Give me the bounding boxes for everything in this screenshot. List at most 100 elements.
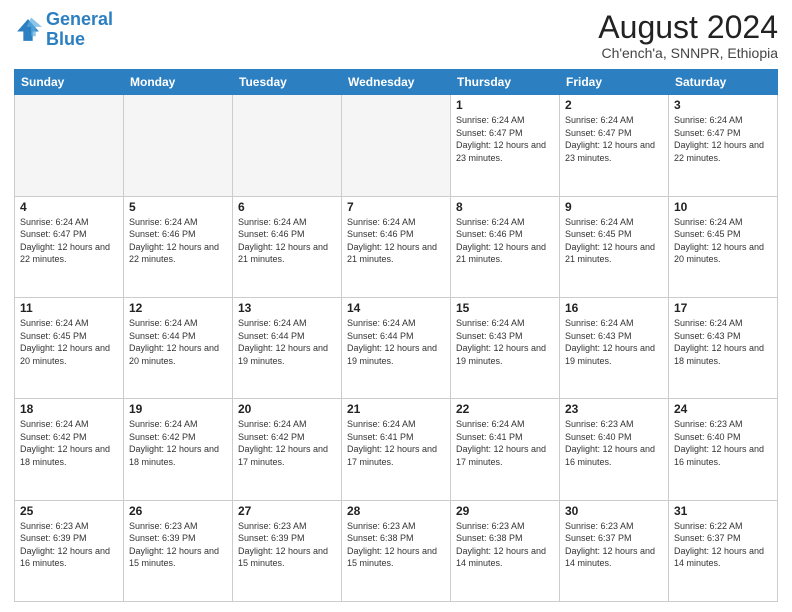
day-number: 6 — [238, 200, 336, 214]
day-info: Sunrise: 6:24 AM Sunset: 6:42 PM Dayligh… — [129, 418, 227, 468]
day-info: Sunrise: 6:23 AM Sunset: 6:40 PM Dayligh… — [674, 418, 772, 468]
calendar-day-header: Thursday — [451, 70, 560, 95]
day-info: Sunrise: 6:23 AM Sunset: 6:40 PM Dayligh… — [565, 418, 663, 468]
day-info: Sunrise: 6:24 AM Sunset: 6:47 PM Dayligh… — [565, 114, 663, 164]
day-number: 15 — [456, 301, 554, 315]
day-info: Sunrise: 6:23 AM Sunset: 6:39 PM Dayligh… — [129, 520, 227, 570]
calendar-day-cell — [124, 95, 233, 196]
calendar-day-cell — [342, 95, 451, 196]
calendar-day-header: Sunday — [15, 70, 124, 95]
day-info: Sunrise: 6:24 AM Sunset: 6:47 PM Dayligh… — [20, 216, 118, 266]
day-info: Sunrise: 6:24 AM Sunset: 6:45 PM Dayligh… — [20, 317, 118, 367]
calendar-day-header: Monday — [124, 70, 233, 95]
calendar-day-cell: 3 Sunrise: 6:24 AM Sunset: 6:47 PM Daylig… — [669, 95, 778, 196]
day-number: 11 — [20, 301, 118, 315]
calendar-day-cell: 22 Sunrise: 6:24 AM Sunset: 6:41 PM Dayli… — [451, 399, 560, 500]
calendar-day-cell: 29 Sunrise: 6:23 AM Sunset: 6:38 PM Dayli… — [451, 500, 560, 601]
day-info: Sunrise: 6:24 AM Sunset: 6:45 PM Dayligh… — [565, 216, 663, 266]
day-info: Sunrise: 6:24 AM Sunset: 6:44 PM Dayligh… — [238, 317, 336, 367]
calendar-day-cell: 12 Sunrise: 6:24 AM Sunset: 6:44 PM Dayli… — [124, 297, 233, 398]
calendar-day-cell: 17Sunrise: 6:24 AM Sunset: 6:43 PM Dayli… — [669, 297, 778, 398]
day-info: Sunrise: 6:22 AM Sunset: 6:37 PM Dayligh… — [674, 520, 772, 570]
page: General Blue August 2024 Ch'ench'a, SNNP… — [0, 0, 792, 612]
day-number: 31 — [674, 504, 772, 518]
day-number: 23 — [565, 402, 663, 416]
calendar-day-cell: 7Sunrise: 6:24 AM Sunset: 6:46 PM Daylig… — [342, 196, 451, 297]
day-info: Sunrise: 6:23 AM Sunset: 6:39 PM Dayligh… — [238, 520, 336, 570]
header: General Blue August 2024 Ch'ench'a, SNNP… — [14, 10, 778, 61]
calendar-day-cell: 8 Sunrise: 6:24 AM Sunset: 6:46 PM Daylig… — [451, 196, 560, 297]
day-info: Sunrise: 6:24 AM Sunset: 6:47 PM Dayligh… — [674, 114, 772, 164]
day-number: 20 — [238, 402, 336, 416]
day-number: 10 — [674, 200, 772, 214]
day-number: 27 — [238, 504, 336, 518]
day-number: 8 — [456, 200, 554, 214]
day-info: Sunrise: 6:24 AM Sunset: 6:46 PM Dayligh… — [347, 216, 445, 266]
day-info: Sunrise: 6:23 AM Sunset: 6:39 PM Dayligh… — [20, 520, 118, 570]
main-title: August 2024 — [598, 10, 778, 45]
calendar-day-cell: 25 Sunrise: 6:23 AM Sunset: 6:39 PM Dayli… — [15, 500, 124, 601]
day-info: Sunrise: 6:24 AM Sunset: 6:42 PM Dayligh… — [20, 418, 118, 468]
calendar-day-cell: 1 Sunrise: 6:24 AM Sunset: 6:47 PM Daylig… — [451, 95, 560, 196]
day-number: 22 — [456, 402, 554, 416]
calendar-header-row: SundayMondayTuesdayWednesdayThursdayFrid… — [15, 70, 778, 95]
calendar-day-cell: 6 Sunrise: 6:24 AM Sunset: 6:46 PM Daylig… — [233, 196, 342, 297]
day-number: 29 — [456, 504, 554, 518]
day-info: Sunrise: 6:24 AM Sunset: 6:41 PM Dayligh… — [456, 418, 554, 468]
calendar-week-row: 1 Sunrise: 6:24 AM Sunset: 6:47 PM Daylig… — [15, 95, 778, 196]
calendar-table: SundayMondayTuesdayWednesdayThursdayFrid… — [14, 69, 778, 602]
day-info: Sunrise: 6:24 AM Sunset: 6:46 PM Dayligh… — [456, 216, 554, 266]
day-info: Sunrise: 6:24 AM Sunset: 6:41 PM Dayligh… — [347, 418, 445, 468]
calendar-day-header: Wednesday — [342, 70, 451, 95]
calendar-day-cell: 27 Sunrise: 6:23 AM Sunset: 6:39 PM Dayli… — [233, 500, 342, 601]
day-number: 3 — [674, 98, 772, 112]
day-info: Sunrise: 6:24 AM Sunset: 6:44 PM Dayligh… — [347, 317, 445, 367]
day-info: Sunrise: 6:23 AM Sunset: 6:38 PM Dayligh… — [347, 520, 445, 570]
logo-line1: General — [46, 9, 113, 29]
calendar-day-cell: 31 Sunrise: 6:22 AM Sunset: 6:37 PM Dayli… — [669, 500, 778, 601]
logo: General Blue — [14, 10, 113, 50]
day-number: 16 — [565, 301, 663, 315]
calendar-day-cell: 5 Sunrise: 6:24 AM Sunset: 6:46 PM Daylig… — [124, 196, 233, 297]
day-number: 24 — [674, 402, 772, 416]
subtitle: Ch'ench'a, SNNPR, Ethiopia — [598, 45, 778, 61]
logo-icon — [14, 16, 42, 44]
day-number: 28 — [347, 504, 445, 518]
calendar-day-cell: 23 Sunrise: 6:23 AM Sunset: 6:40 PM Dayli… — [560, 399, 669, 500]
day-info: Sunrise: 6:24 AM Sunset: 6:43 PM Dayligh… — [674, 317, 772, 367]
day-number: 25 — [20, 504, 118, 518]
day-info: Sunrise: 6:24 AM Sunset: 6:42 PM Dayligh… — [238, 418, 336, 468]
calendar-day-cell: 4Sunrise: 6:24 AM Sunset: 6:47 PM Daylig… — [15, 196, 124, 297]
calendar-day-cell: 14 Sunrise: 6:24 AM Sunset: 6:44 PM Dayli… — [342, 297, 451, 398]
day-info: Sunrise: 6:23 AM Sunset: 6:37 PM Dayligh… — [565, 520, 663, 570]
calendar-week-row: 18 Sunrise: 6:24 AM Sunset: 6:42 PM Dayli… — [15, 399, 778, 500]
day-info: Sunrise: 6:23 AM Sunset: 6:38 PM Dayligh… — [456, 520, 554, 570]
calendar-day-cell: 20 Sunrise: 6:24 AM Sunset: 6:42 PM Dayli… — [233, 399, 342, 500]
day-info: Sunrise: 6:24 AM Sunset: 6:46 PM Dayligh… — [129, 216, 227, 266]
day-info: Sunrise: 6:24 AM Sunset: 6:47 PM Dayligh… — [456, 114, 554, 164]
day-info: Sunrise: 6:24 AM Sunset: 6:46 PM Dayligh… — [238, 216, 336, 266]
title-block: August 2024 Ch'ench'a, SNNPR, Ethiopia — [598, 10, 778, 61]
day-number: 14 — [347, 301, 445, 315]
calendar-day-cell: 18 Sunrise: 6:24 AM Sunset: 6:42 PM Dayli… — [15, 399, 124, 500]
calendar-day-cell: 16Sunrise: 6:24 AM Sunset: 6:43 PM Dayli… — [560, 297, 669, 398]
calendar-week-row: 4Sunrise: 6:24 AM Sunset: 6:47 PM Daylig… — [15, 196, 778, 297]
calendar-day-cell: 13 Sunrise: 6:24 AM Sunset: 6:44 PM Dayli… — [233, 297, 342, 398]
day-number: 18 — [20, 402, 118, 416]
calendar-day-cell: 24 Sunrise: 6:23 AM Sunset: 6:40 PM Dayli… — [669, 399, 778, 500]
day-number: 1 — [456, 98, 554, 112]
calendar-day-header: Tuesday — [233, 70, 342, 95]
calendar-day-cell: 11 Sunrise: 6:24 AM Sunset: 6:45 PM Dayli… — [15, 297, 124, 398]
day-number: 13 — [238, 301, 336, 315]
calendar-day-cell: 15 Sunrise: 6:24 AM Sunset: 6:43 PM Dayli… — [451, 297, 560, 398]
day-info: Sunrise: 6:24 AM Sunset: 6:43 PM Dayligh… — [456, 317, 554, 367]
calendar-week-row: 25 Sunrise: 6:23 AM Sunset: 6:39 PM Dayli… — [15, 500, 778, 601]
day-number: 12 — [129, 301, 227, 315]
calendar-day-cell: 21Sunrise: 6:24 AM Sunset: 6:41 PM Dayli… — [342, 399, 451, 500]
calendar-day-cell: 28 Sunrise: 6:23 AM Sunset: 6:38 PM Dayli… — [342, 500, 451, 601]
day-number: 5 — [129, 200, 227, 214]
day-number: 19 — [129, 402, 227, 416]
day-number: 9 — [565, 200, 663, 214]
day-info: Sunrise: 6:24 AM Sunset: 6:44 PM Dayligh… — [129, 317, 227, 367]
day-number: 30 — [565, 504, 663, 518]
